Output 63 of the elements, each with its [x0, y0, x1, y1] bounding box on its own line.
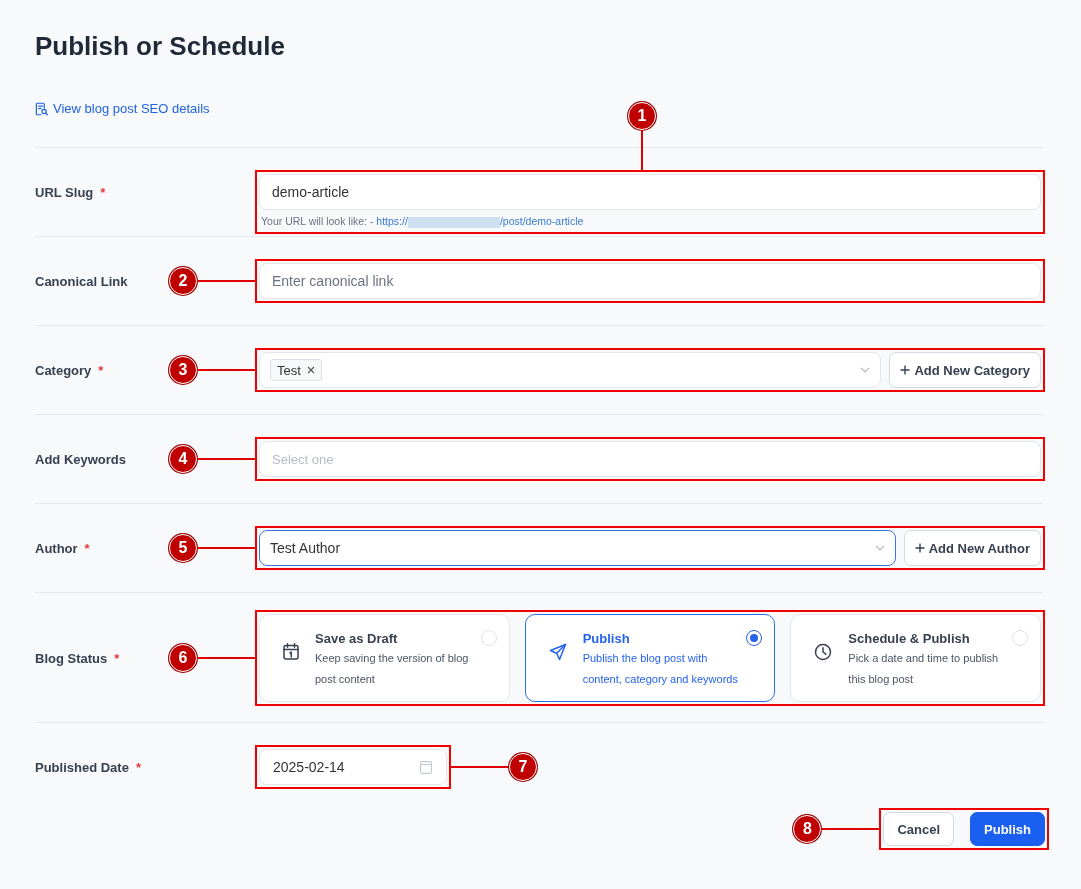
field-label: Published Date	[35, 759, 129, 775]
callout-number: 2	[169, 267, 197, 295]
leader-line	[451, 766, 509, 768]
option-description: Publish the blog post with content, category and keywords	[582, 651, 739, 687]
required-mark: *	[100, 184, 106, 200]
callout-number: 5	[169, 534, 197, 562]
field-label: Add Keywords	[35, 451, 126, 467]
option-title: Schedule & Publish	[848, 630, 970, 646]
add-new-button[interactable]: Add New Category	[889, 352, 1041, 388]
option-title: Publish	[582, 630, 630, 646]
field-label: Author	[35, 540, 78, 556]
text-input[interactable]: Enter canonical link	[259, 263, 1041, 299]
leader-line	[197, 547, 255, 549]
callout-number: 6	[169, 644, 197, 672]
required-mark: *	[84, 540, 90, 556]
send-icon	[548, 643, 567, 661]
url-preview-text: Your URL will look like: - https:// /post/demo-article	[260, 214, 585, 230]
leader-line	[821, 828, 880, 830]
secondary-button[interactable]: Cancel	[883, 812, 955, 846]
chevron-down-icon	[874, 545, 885, 551]
keyword-input[interactable]: Select one	[259, 441, 1041, 477]
text-input[interactable]: demo-article	[259, 174, 1041, 210]
leader-line	[197, 458, 255, 460]
field-label: URL Slug	[35, 184, 94, 200]
field-label: Category	[35, 362, 92, 378]
status-option-card[interactable]: Save as Draft Keep saving the version of blog post content	[259, 614, 510, 702]
callout-number: 1	[628, 102, 656, 130]
callout-number: 8	[793, 815, 822, 843]
field-label: Blog Status	[35, 650, 108, 666]
callout-number: 7	[509, 753, 537, 781]
radio-button[interactable]	[746, 630, 763, 646]
chevron-down-icon	[860, 367, 871, 373]
page-title: Publish or Schedule	[35, 30, 285, 62]
seo-details-link[interactable]: View blog post SEO details	[35, 99, 210, 119]
calendar-icon	[283, 643, 299, 660]
url-preview-link[interactable]: https:// /post/demo-article	[376, 215, 584, 227]
option-description: Pick a date and time to publish this blog post	[848, 651, 1000, 687]
category-tag[interactable]: Test	[270, 359, 322, 381]
required-mark: *	[98, 362, 104, 378]
plus-icon	[900, 365, 911, 375]
primary-button[interactable]: Publish	[970, 812, 1045, 846]
date-input[interactable]: 2025-02-14	[259, 749, 447, 785]
field-label: Canonical Link	[35, 273, 128, 289]
close-icon[interactable]	[306, 366, 315, 374]
option-description: Keep saving the version of blog post content	[315, 651, 470, 687]
category-select[interactable]: Test	[259, 352, 882, 388]
option-title: Save as Draft	[315, 630, 398, 646]
calendar-icon	[420, 760, 432, 774]
leader-line	[641, 130, 643, 170]
status-option-card[interactable]: Publish Publish the blog post with content, category and keywords	[524, 614, 776, 702]
required-mark: *	[135, 759, 141, 775]
status-option-card[interactable]: Schedule & Publish Pick a date and time to publish this blog post	[790, 614, 1041, 702]
leader-line	[197, 657, 255, 659]
leader-line	[197, 280, 255, 282]
required-mark: *	[114, 650, 120, 666]
callout-number: 4	[169, 445, 197, 473]
callout-number: 3	[169, 356, 197, 384]
dropdown-select[interactable]: Test Author	[259, 530, 896, 566]
leader-line	[197, 369, 255, 371]
add-new-button[interactable]: Add New Author	[903, 530, 1041, 566]
document-search-icon	[35, 102, 48, 116]
clock-icon	[814, 643, 833, 661]
plus-icon	[914, 543, 925, 553]
